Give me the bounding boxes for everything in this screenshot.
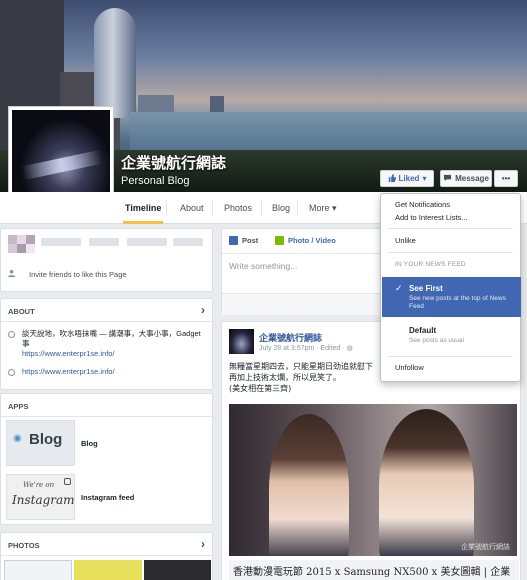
menu-divider: [388, 252, 513, 253]
photo-subject: [269, 414, 349, 556]
camera-icon: [64, 478, 71, 485]
tab-divider: [261, 200, 262, 216]
menu-option-see-first[interactable]: ✓ See First See new posts at the top of …: [382, 277, 521, 317]
composer-input[interactable]: Write something...: [229, 261, 297, 271]
divider: [1, 555, 212, 556]
photos-card: PHOTOS ›: [0, 532, 213, 580]
tab-blog[interactable]: Blog: [270, 192, 292, 224]
divider: [1, 321, 212, 322]
menu-item-add-to-interest-lists[interactable]: Add to Interest Lists...: [395, 213, 468, 222]
ellipsis-icon: •••: [501, 174, 511, 183]
likes-card: Invite friends to like this Page: [0, 228, 213, 292]
menu-divider: [388, 356, 513, 357]
default-title: Default: [409, 326, 437, 335]
composer-post-label: Post: [242, 236, 259, 245]
photo-thumbnail[interactable]: [74, 560, 142, 580]
tab-divider: [297, 200, 298, 216]
about-heading[interactable]: ABOUT: [8, 307, 35, 316]
message-button[interactable]: Message: [440, 170, 492, 187]
app-blog-thumbnail[interactable]: ◉ Blog: [6, 420, 75, 466]
tab-more[interactable]: More ▾: [307, 192, 339, 224]
tab-divider: [166, 200, 167, 216]
app-blog-thumb-text: Blog: [29, 431, 63, 448]
chevron-right-icon[interactable]: ›: [201, 537, 205, 551]
about-description: 談天說地，吹水唔抹嘴 — 講潮事，大事小事，Gadget事: [22, 329, 201, 348]
menu-item-unlike[interactable]: Unlike: [395, 236, 416, 245]
watermark: 企業號航行網誌: [461, 544, 510, 551]
invite-friends-link[interactable]: Invite friends to like this Page: [8, 269, 127, 280]
composer-post-tab[interactable]: Post: [229, 236, 258, 245]
photo-subject: [379, 409, 474, 556]
apps-heading[interactable]: APPS: [8, 402, 28, 411]
post-text-line: (美女相在第三齊): [229, 384, 292, 393]
tab-more-label: More: [309, 203, 330, 213]
photos-heading[interactable]: PHOTOS: [8, 541, 40, 550]
friend-avatars[interactable]: [8, 235, 35, 244]
about-description-row: 談天說地，吹水唔抹嘴 — 講潮事，大事小事，Gadget事 https://ww…: [8, 329, 208, 359]
message-label: Message: [455, 174, 489, 183]
apps-card: APPS ◉ Blog Blog We're on Instagram Inst…: [0, 393, 213, 525]
cover-tower: [94, 8, 136, 118]
default-description: See posts as usual: [409, 337, 464, 344]
more-options-button[interactable]: •••: [494, 170, 518, 187]
person-add-icon: [8, 269, 17, 280]
divider: [1, 416, 212, 417]
invite-text: Invite friends to like this Page: [29, 270, 127, 279]
photo-thumbnail[interactable]: [4, 560, 72, 580]
globe-icon: [8, 369, 15, 376]
news-feed-section-label: IN YOUR NEWS FEED: [395, 261, 466, 268]
redacted-text: [127, 238, 167, 246]
info-icon: [8, 331, 15, 338]
post-timestamp[interactable]: July 28 at 3:57pm · Edited · ◍: [259, 344, 353, 352]
post-image[interactable]: 企業號航行網誌: [229, 404, 517, 556]
post-meta-text: July 28 at 3:57pm · Edited ·: [259, 345, 347, 352]
app-instagram-thumbnail[interactable]: We're on Instagram: [6, 474, 75, 520]
app-instagram-label[interactable]: Instagram feed: [81, 493, 134, 502]
link-preview-title[interactable]: 香港動漫電玩節 2015 x Samsung NX500 x 美女圖輯 | 企業…: [229, 560, 519, 580]
pencil-icon: [229, 236, 238, 245]
photo-thumbnail[interactable]: [144, 560, 211, 580]
website-link[interactable]: https://www.enterpr1se.info/: [22, 367, 115, 377]
composer-photo-label: Photo / Video: [288, 236, 336, 245]
caret-down-icon: ▾: [332, 203, 337, 213]
globe-icon: ◍: [346, 345, 353, 352]
about-link[interactable]: https://www.enterpr1se.info/: [22, 349, 115, 358]
liked-dropdown-menu: Get Notifications Add to Interest Lists.…: [380, 193, 521, 382]
app-instagram-thumb-small: We're on: [23, 481, 55, 489]
friend-avatars[interactable]: [8, 244, 35, 253]
menu-option-default[interactable]: Default See posts as usual: [382, 319, 521, 359]
post-author-avatar[interactable]: [229, 329, 254, 354]
liked-label: Liked: [398, 174, 420, 183]
page-category[interactable]: Personal Blog: [121, 175, 190, 187]
menu-item-unfollow[interactable]: Unfollow: [395, 363, 424, 372]
rss-icon: ◉: [13, 433, 22, 444]
about-card: ABOUT › 談天說地，吹水唔抹嘴 — 講潮事，大事小事，Gadget事 ht…: [0, 298, 213, 390]
about-website-row: https://www.enterpr1se.info/: [8, 367, 115, 377]
tab-photos[interactable]: Photos: [222, 192, 254, 224]
app-instagram-thumb-text: Instagram: [12, 493, 75, 507]
see-first-title: See First: [409, 284, 443, 293]
menu-item-get-notifications[interactable]: Get Notifications: [395, 200, 450, 209]
app-blog-label[interactable]: Blog: [81, 439, 98, 448]
tab-divider: [212, 200, 213, 216]
message-icon: [443, 174, 452, 184]
redacted-text: [173, 238, 203, 246]
thumbs-up-icon: [388, 173, 396, 184]
composer-photo-tab[interactable]: Photo / Video: [275, 236, 336, 245]
page-title[interactable]: 企業號航行網誌: [121, 152, 226, 173]
photo-icon: [275, 236, 284, 245]
menu-divider: [388, 228, 513, 229]
liked-button[interactable]: Liked ▾: [380, 170, 434, 187]
see-first-description: See new posts at the top of News Feed: [409, 295, 506, 310]
post-author-name[interactable]: 企業號航行網誌: [259, 331, 322, 344]
checkmark-icon: ✓: [395, 283, 403, 293]
chevron-right-icon[interactable]: ›: [201, 303, 205, 317]
redacted-text: [89, 238, 119, 246]
caret-down-icon: ▾: [422, 174, 427, 183]
tab-timeline[interactable]: Timeline: [123, 192, 164, 224]
redacted-text: [41, 238, 81, 246]
tab-about[interactable]: About: [178, 192, 206, 224]
